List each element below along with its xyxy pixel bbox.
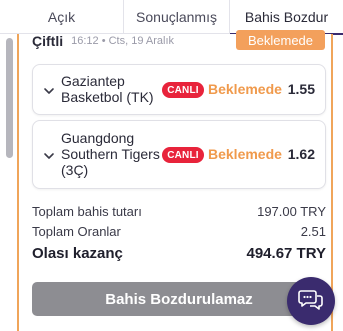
total-stake-label: Toplam bahis tutarı [32, 204, 142, 219]
scrollbar[interactable] [6, 38, 13, 158]
total-odds-row: Toplam Oranlar 2.51 [32, 224, 326, 239]
selection-row[interactable]: Guangdong Southern Tigers (3Ç) CANLI Bek… [32, 120, 326, 189]
selection-name: Guangdong Southern Tigers (3Ç) [61, 130, 160, 178]
selection-odds: 1.55 [287, 81, 315, 97]
live-badge: CANLI [162, 147, 204, 163]
tab-settled[interactable]: Sonuçlanmış [124, 0, 230, 34]
live-badge: CANLI [162, 82, 204, 98]
chevron-down-icon[interactable] [43, 150, 55, 162]
tab-open[interactable]: Açık [0, 0, 124, 34]
bet-header: Çiftli 16:12 • Cts, 19 Aralık [32, 32, 174, 50]
potential-win-row: Olası kazanç 494.67 TRY [32, 245, 326, 262]
potential-win-value: 494.67 TRY [246, 245, 327, 262]
total-odds-value: 2.51 [300, 224, 326, 239]
total-stake-value: 197.00 TRY [257, 204, 326, 219]
chat-button[interactable] [287, 277, 335, 325]
bet-type: Çiftli [32, 33, 64, 49]
chat-icon [298, 287, 324, 316]
selection-row[interactable]: Gaziantep Basketbol (TK) CANLI Beklemede… [32, 64, 326, 115]
total-stake-row: Toplam bahis tutarı 197.00 TRY [32, 204, 326, 219]
selection-status: Beklemede [208, 146, 282, 162]
tab-bar: Açık Sonuçlanmış Bahis Bozdur [0, 0, 343, 35]
cashout-button[interactable]: Bahis Bozdurulamaz [32, 282, 326, 316]
bet-date: 16:12 • Cts, 19 Aralık [71, 35, 175, 47]
selection-name: Gaziantep Basketbol (TK) [61, 73, 154, 105]
tab-cashout[interactable]: Bahis Bozdur [230, 0, 343, 35]
selection-status: Beklemede [208, 81, 282, 97]
chevron-down-icon[interactable] [43, 85, 55, 97]
selection-odds: 1.62 [287, 146, 315, 162]
total-odds-label: Toplam Oranlar [32, 224, 121, 239]
status-badge: Beklemede [236, 30, 325, 50]
potential-win-label: Olası kazanç [32, 245, 123, 262]
